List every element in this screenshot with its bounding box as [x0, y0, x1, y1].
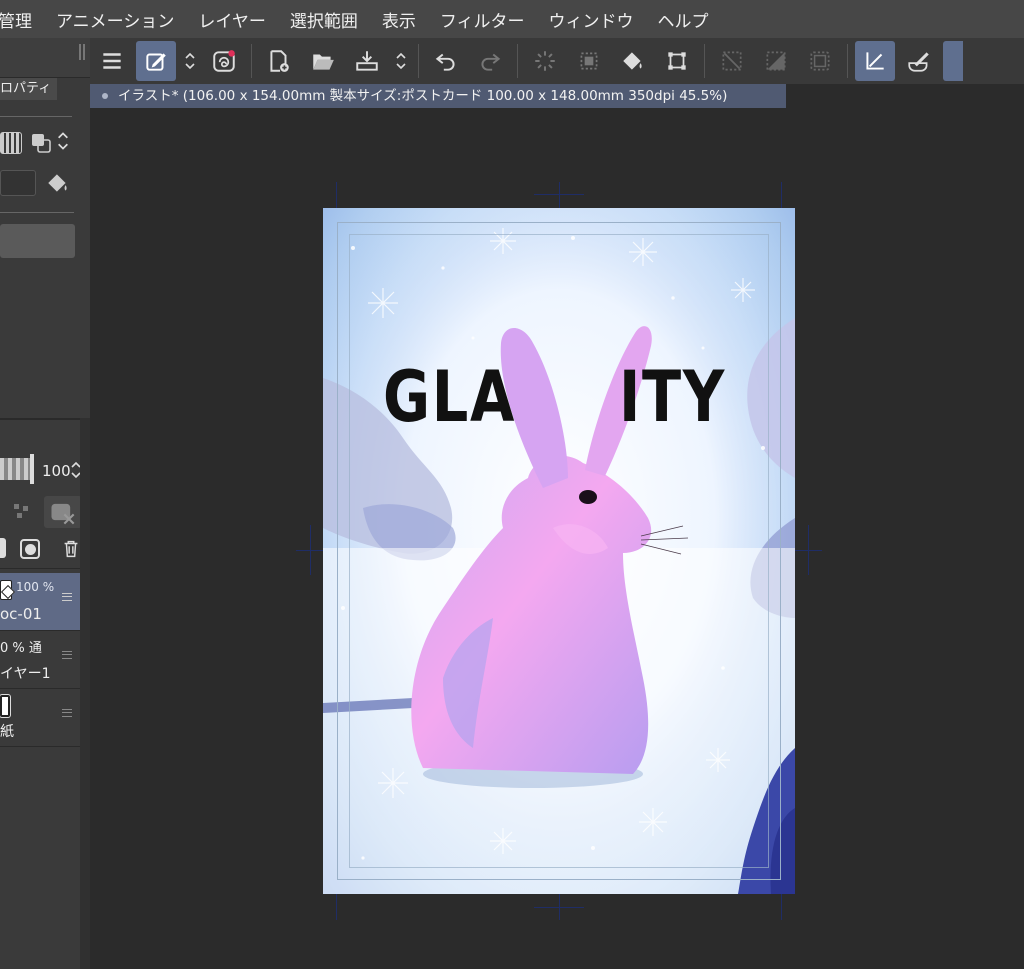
layer-swirl-button[interactable]: [204, 41, 244, 81]
crop-mark: [808, 525, 809, 575]
updown-icon[interactable]: [56, 128, 72, 156]
edit-button[interactable]: [136, 41, 176, 81]
menu-window[interactable]: ウィンドウ: [537, 7, 646, 32]
menu-manage[interactable]: 管理: [0, 7, 44, 32]
divider: [0, 212, 74, 213]
new-layer-icon[interactable]: [0, 538, 6, 558]
new-file-icon: [270, 50, 289, 72]
new-file-button[interactable]: [259, 41, 299, 81]
undo-button[interactable]: [426, 41, 466, 81]
texture-icon[interactable]: [0, 132, 22, 154]
open-folder-button[interactable]: [303, 41, 343, 81]
brush-button[interactable]: [899, 41, 939, 81]
menu-view[interactable]: 表示: [370, 7, 428, 32]
transform-icon: [668, 52, 686, 70]
invert-icon: [766, 51, 786, 71]
layer-row[interactable]: 0 % 通 イヤー1: [0, 631, 80, 689]
safe-line: [349, 234, 769, 868]
layer-row[interactable]: 100 % oc-01: [0, 573, 80, 631]
reference-icon[interactable]: [10, 500, 34, 528]
layer-thumbnail: [0, 694, 11, 718]
unsaved-dot: [102, 93, 108, 99]
save-icon: [356, 51, 378, 71]
panel-split: [0, 418, 80, 420]
save-toggle-button[interactable]: [391, 41, 411, 81]
layer-row[interactable]: 紙: [0, 689, 80, 747]
menu-bar: 管理 アニメーション レイヤー 選択範囲 表示 フィルター ウィンドウ ヘルプ: [0, 0, 1024, 38]
menu-button[interactable]: [92, 41, 132, 81]
brush-icon: [908, 52, 929, 72]
divider: [0, 116, 72, 117]
trash-icon[interactable]: [60, 538, 82, 564]
frame-button[interactable]: [800, 41, 840, 81]
command-bar: [90, 38, 1024, 84]
artwork-canvas[interactable]: GLA ITY: [323, 208, 795, 894]
layer-name: イヤー1: [0, 666, 51, 682]
toolbar-separator: [847, 44, 848, 78]
layer-opacity: 100 %: [16, 580, 55, 594]
menu-layer[interactable]: レイヤー: [186, 7, 278, 32]
property-slider[interactable]: [0, 224, 75, 258]
opacity-value[interactable]: 100: [42, 462, 71, 480]
toolbar-separator: [418, 44, 419, 78]
divider: [0, 568, 80, 569]
layer-opacity: 0 % 通: [0, 641, 42, 656]
layer-menu-icon[interactable]: [62, 651, 72, 659]
canvas-tab[interactable]: イラスト* (106.00 x 154.00mm 製本サイズ:ポストカード 10…: [90, 84, 786, 108]
menu-help[interactable]: ヘルプ: [646, 7, 721, 32]
layer-menu-icon[interactable]: [62, 593, 72, 601]
selection-icon: [580, 52, 598, 70]
updown-icon: [185, 52, 195, 70]
open-folder-icon: [313, 54, 334, 70]
panel-divider: [80, 418, 90, 969]
panel-grip[interactable]: [79, 44, 85, 60]
mask-icon[interactable]: [20, 539, 40, 559]
toolbar-separator: [517, 44, 518, 78]
canvas-info: イラスト* (106.00 x 154.00mm 製本サイズ:ポストカード 10…: [118, 88, 728, 104]
edit-icon: [146, 53, 166, 71]
undo-icon: [435, 53, 455, 71]
extra-tool-button[interactable]: [943, 41, 963, 81]
menu-icon: [103, 53, 121, 69]
save-button[interactable]: [347, 41, 387, 81]
menu-animation[interactable]: アニメーション: [44, 7, 186, 32]
fill-icon[interactable]: [44, 170, 72, 196]
menu-selection[interactable]: 選択範囲: [278, 7, 370, 32]
edit-toggle-button[interactable]: [180, 41, 200, 81]
layer-swirl-icon: [213, 50, 235, 72]
panel-header: [0, 38, 90, 78]
layer-name: 紙: [0, 724, 14, 740]
redo-icon: [481, 53, 501, 71]
menu-filter[interactable]: フィルター: [428, 7, 537, 32]
color-swatch[interactable]: [0, 170, 36, 196]
redo-button[interactable]: [470, 41, 510, 81]
clear-outside-button[interactable]: [712, 41, 752, 81]
toolbar-separator: [251, 44, 252, 78]
layer-menu-icon[interactable]: [62, 709, 72, 717]
copy-icon[interactable]: [30, 132, 52, 154]
layer-name: oc-01: [0, 605, 42, 623]
left-panel: ロパティ 100 100 % oc-01 0 % 通 イヤー1 紙: [0, 38, 90, 969]
toolbar-separator: [704, 44, 705, 78]
crop-mark: [310, 525, 311, 575]
fill-icon: [623, 52, 642, 70]
mask-toggle[interactable]: [44, 496, 82, 528]
opacity-slider[interactable]: [0, 458, 30, 480]
updown-icon: [396, 52, 406, 70]
opacity-slider-thumb[interactable]: [30, 454, 34, 484]
crop-mark: [559, 182, 560, 208]
tool-property-tab[interactable]: ロパティ: [0, 78, 57, 100]
loading-icon: [535, 51, 555, 71]
frame-icon: [810, 51, 830, 71]
ruler-icon: [866, 52, 884, 70]
fill-button[interactable]: [613, 41, 653, 81]
transform-button[interactable]: [657, 41, 697, 81]
loading-button[interactable]: [525, 41, 565, 81]
selection-button[interactable]: [569, 41, 609, 81]
invert-button[interactable]: [756, 41, 796, 81]
ruler-button[interactable]: [855, 41, 895, 81]
crop-mark: [559, 894, 560, 920]
clear-outside-icon: [722, 51, 742, 71]
